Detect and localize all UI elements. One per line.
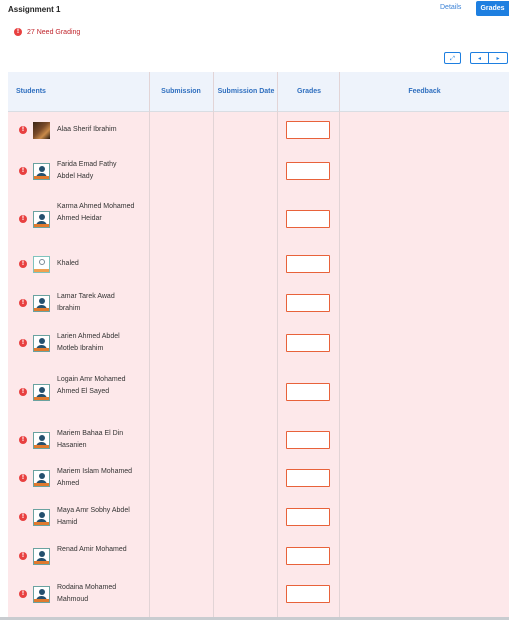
header-feedback: Feedback (408, 88, 441, 95)
student-name[interactable]: Logain Amr Mohamed Ahmed El Sayed (57, 374, 135, 398)
column-divider (277, 72, 278, 620)
table-row: ! Alaa Sherif Ibrahim (8, 111, 509, 149)
table-row: ! Mariem Bahaa El Din Hasanien (8, 421, 509, 459)
table-row: ! Rodaina Mohamed Mahmoud (8, 575, 509, 613)
student-name[interactable]: Renad Amir Mohamed (57, 544, 135, 556)
student-name[interactable]: Khaled (57, 258, 135, 270)
avatar (33, 121, 50, 139)
alert-icon: ! (14, 28, 22, 36)
grade-input[interactable] (286, 121, 330, 139)
grade-input[interactable] (286, 294, 330, 312)
tab-grades[interactable]: Grades (476, 1, 509, 16)
table-row: ! Farida Emad Fathy Abdel Hady (8, 149, 509, 193)
top-bar: Assignment 1 Details Grades (0, 0, 509, 20)
expand-icon: ⤢ (450, 56, 455, 62)
grades-table: ! Alaa Sherif Ibrahim! Farida Emad Fathy A… (8, 72, 509, 620)
grade-input[interactable] (286, 162, 330, 180)
student-name[interactable]: Alaa Sherif Ibrahim (57, 124, 135, 136)
alert-icon: ! (19, 167, 27, 175)
student-name[interactable]: Farida Emad Fathy Abdel Hady (57, 159, 135, 183)
grade-input[interactable] (286, 383, 330, 401)
grade-input[interactable] (286, 508, 330, 526)
table-header: Students Submission Submission Date Grad… (8, 72, 509, 112)
header-grades: Grades (296, 88, 322, 95)
grade-input[interactable] (286, 585, 330, 603)
alert-icon: ! (19, 590, 27, 598)
student-name[interactable]: Mariem Bahaa El Din Hasanien (57, 428, 135, 452)
avatar (33, 210, 50, 228)
grade-input[interactable] (286, 547, 330, 565)
avatar (33, 255, 50, 273)
table-row: ! Larien Ahmed Abdel Motleb Ibrahim (8, 323, 509, 363)
chevron-left-icon: ◂ (477, 56, 481, 62)
alert-icon: ! (19, 339, 27, 347)
expand-button[interactable]: ⤢ (444, 52, 461, 64)
student-name[interactable]: Maya Amr Sobhy Abdel Hamid (57, 505, 135, 529)
grade-input[interactable] (286, 334, 330, 352)
need-grading-text: 27 Need Grading (27, 28, 81, 36)
grade-input[interactable] (286, 469, 330, 487)
column-divider (339, 72, 340, 620)
next-column-button[interactable]: ▸ (488, 52, 508, 64)
student-name[interactable]: Rodaina Mohamed Mahmoud (57, 582, 135, 606)
alert-icon: ! (19, 513, 27, 521)
avatar (33, 508, 50, 526)
grade-input[interactable] (286, 431, 330, 449)
column-divider (213, 72, 214, 620)
grade-input[interactable] (286, 210, 330, 228)
student-name[interactable]: Lamar Tarek Awad Ibrahim (57, 291, 135, 315)
header-submission: Submission (161, 88, 201, 95)
alert-icon: ! (19, 552, 27, 560)
table-row: ! Maya Amr Sobhy Abdel Hamid (8, 497, 509, 537)
student-name[interactable]: Karma Ahmed Mohamed Ahmed Heidar (57, 201, 135, 225)
student-name[interactable]: Larien Ahmed Abdel Motleb Ibrahim (57, 331, 135, 355)
table-row: ! Mariem Islam Mohamed Ahmed (8, 459, 509, 497)
need-grading-notice: ! 27 Need Grading (14, 28, 80, 36)
alert-icon: ! (19, 436, 27, 444)
table-row: ! Logain Amr Mohamed Ahmed El Sayed (8, 363, 509, 421)
avatar (33, 334, 50, 352)
grade-input[interactable] (286, 255, 330, 273)
table-row: ! Lamar Tarek Awad Ibrahim (8, 283, 509, 323)
header-students: Students (16, 88, 46, 95)
avatar (33, 294, 50, 312)
table-row: ! Renad Amir Mohamed (8, 537, 509, 575)
student-name[interactable]: Mariem Islam Mohamed Ahmed (57, 466, 135, 490)
avatar (33, 585, 50, 603)
avatar (33, 431, 50, 449)
header-submission-date: Submission Date (217, 88, 275, 95)
avatar (33, 547, 50, 565)
chevron-right-icon: ▸ (496, 56, 500, 62)
avatar (33, 383, 50, 401)
alert-icon: ! (19, 215, 27, 223)
prev-column-button[interactable]: ◂ (470, 52, 489, 64)
assignment-title: Assignment 1 (8, 5, 61, 14)
table-row: ! Karma Ahmed Mohamed Ahmed Heidar (8, 193, 509, 245)
table-body: ! Alaa Sherif Ibrahim! Farida Emad Fathy A… (8, 111, 509, 620)
tab-details[interactable]: Details (440, 4, 461, 11)
alert-icon: ! (19, 474, 27, 482)
avatar (33, 469, 50, 487)
alert-icon: ! (19, 388, 27, 396)
alert-icon: ! (19, 260, 27, 268)
alert-icon: ! (19, 126, 27, 134)
column-divider (149, 72, 150, 620)
table-row: ! Khaled (8, 245, 509, 283)
alert-icon: ! (19, 299, 27, 307)
avatar (33, 162, 50, 180)
